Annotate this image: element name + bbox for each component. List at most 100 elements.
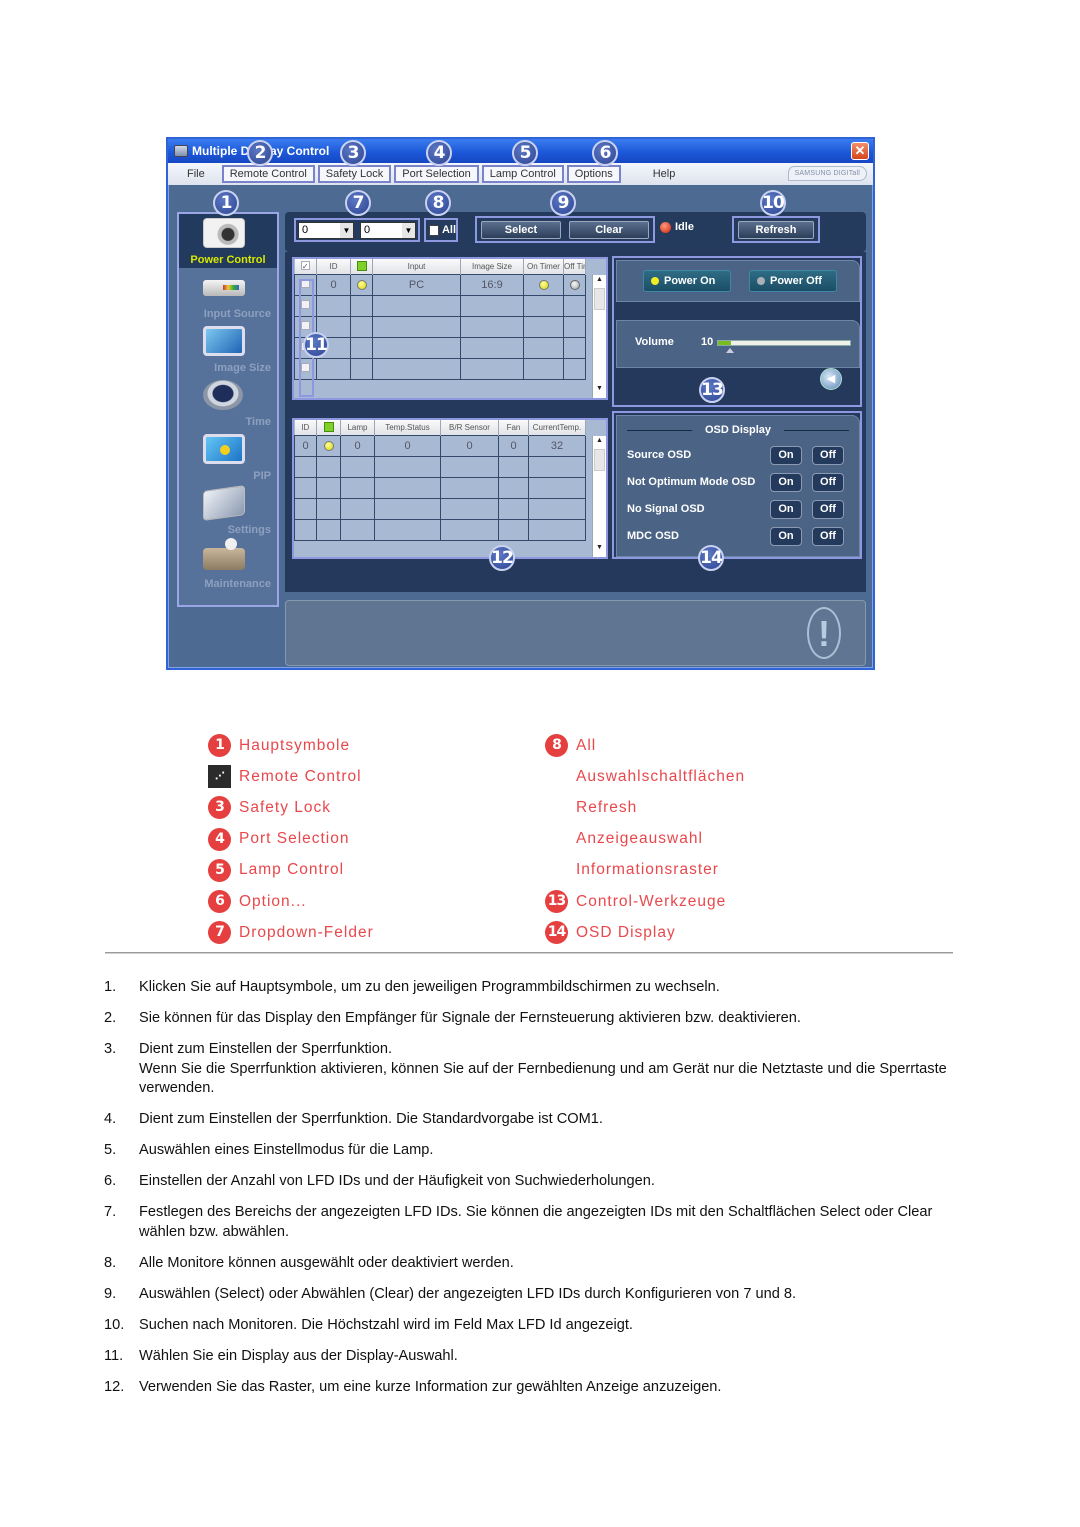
volume-slider[interactable] bbox=[717, 340, 851, 346]
menu-remote-control[interactable]: Remote Control bbox=[221, 165, 315, 183]
grid-header-power-icon bbox=[316, 420, 341, 435]
app-window: Multiple Display Control ✕ File Remote C… bbox=[166, 137, 875, 670]
input-source-icon bbox=[203, 280, 245, 296]
scroll-up-icon[interactable]: ▲ bbox=[593, 276, 606, 288]
volume-slider-thumb[interactable] bbox=[726, 348, 735, 353]
selection-buttons: Select Clear bbox=[475, 216, 655, 243]
legend-badge-missing bbox=[545, 765, 568, 788]
select-all-header-checkbox[interactable]: ✓ bbox=[294, 259, 317, 274]
scrollbar[interactable]: ▲ ▼ bbox=[592, 436, 606, 557]
osd-row-no-signal: No Signal OSD On Off bbox=[627, 499, 849, 521]
osd-on-button[interactable]: On bbox=[770, 473, 802, 492]
menu-safety-lock[interactable]: Safety Lock bbox=[317, 165, 392, 183]
sidebar-item-power-control[interactable]: Power Control bbox=[179, 214, 277, 268]
list-item: 6. Einstellen der Anzahl von LFD IDs und … bbox=[104, 1172, 964, 1192]
scroll-thumb[interactable] bbox=[594, 288, 605, 310]
list-text-continued: Wenn Sie die Sperrfunktion aktivieren, k… bbox=[139, 1060, 947, 1097]
table-row[interactable]: 0 0 0 0 0 32 bbox=[294, 434, 586, 457]
menu-file[interactable]: File bbox=[180, 166, 212, 182]
information-grid: ID Lamp Temp.Status B/R Sensor Fan Curre… bbox=[292, 418, 608, 559]
id-from-dropdown[interactable]: 0 ▼ bbox=[298, 222, 354, 239]
power-off-button[interactable]: Power Off bbox=[749, 270, 837, 292]
list-text: Sie können für das Display den Empfänger… bbox=[139, 1010, 801, 1026]
legend-badge: 4 bbox=[208, 827, 231, 851]
sidebar-item-settings[interactable]: Settings bbox=[179, 484, 277, 538]
cell-id: 0 bbox=[316, 273, 351, 296]
speaker-mute-icon[interactable]: ◀ bbox=[820, 368, 842, 390]
menu-options[interactable]: Options bbox=[566, 165, 621, 183]
status-led-icon bbox=[356, 279, 367, 290]
list-item: 9. Auswählen (Select) oder Abwählen (Clea… bbox=[104, 1285, 964, 1305]
osd-off-button[interactable]: Off bbox=[812, 473, 844, 492]
osd-on-button[interactable]: On bbox=[770, 500, 802, 519]
grid-header-br-sensor: B/R Sensor bbox=[440, 420, 499, 435]
chevron-down-icon: ▼ bbox=[340, 223, 353, 238]
sidebar-item-image-size[interactable]: Image Size bbox=[179, 322, 277, 376]
id-from-value: 0 bbox=[302, 224, 309, 236]
legend-badge-missing bbox=[545, 859, 568, 882]
cell-image-size: 16:9 bbox=[460, 273, 524, 296]
legend-text: Anzeigeauswahl bbox=[576, 830, 703, 848]
scrollbar[interactable]: ▲ ▼ bbox=[592, 275, 606, 398]
description-list: 1. Klicken Sie auf Hauptsymbole, um zu de… bbox=[104, 978, 964, 1409]
osd-off-button[interactable]: Off bbox=[812, 500, 844, 519]
legend-item: Informationsraster bbox=[545, 855, 745, 886]
id-range-dropdowns: 0 ▼ 0 ▼ bbox=[294, 218, 420, 242]
grid-header-row: ✓ ID Input Image Size On Timer Off Timer bbox=[294, 259, 586, 274]
select-button[interactable]: Select bbox=[481, 221, 561, 239]
volume-box: Volume 10 bbox=[616, 320, 860, 368]
menu-help[interactable]: Help bbox=[646, 166, 683, 182]
osd-on-button[interactable]: On bbox=[770, 446, 802, 465]
table-row[interactable] bbox=[294, 315, 586, 338]
status-text: Idle bbox=[675, 221, 694, 233]
scroll-down-icon[interactable]: ▼ bbox=[593, 385, 606, 397]
id-to-value: 0 bbox=[364, 224, 371, 236]
callout-14: 14 bbox=[698, 545, 724, 571]
list-text: Klicken Sie auf Hauptsymbole, um zu den … bbox=[139, 979, 720, 995]
power-on-button[interactable]: Power On bbox=[643, 270, 731, 292]
osd-off-button[interactable]: Off bbox=[812, 446, 844, 465]
sidebar-item-input-source[interactable]: Input Source bbox=[179, 268, 277, 322]
table-row[interactable] bbox=[294, 518, 586, 541]
table-row[interactable] bbox=[294, 476, 586, 499]
close-button[interactable]: ✕ bbox=[851, 142, 869, 160]
table-row[interactable]: 0 PC 16:9 bbox=[294, 273, 586, 296]
grid-header-row: ID Lamp Temp.Status B/R Sensor Fan Curre… bbox=[294, 420, 586, 435]
power-status-icon bbox=[323, 422, 334, 433]
clear-button[interactable]: Clear bbox=[569, 221, 649, 239]
volume-label: Volume bbox=[635, 336, 674, 348]
pip-icon bbox=[203, 434, 245, 464]
list-number: 10. bbox=[104, 1316, 125, 1333]
scroll-down-icon[interactable]: ▼ bbox=[593, 544, 606, 556]
id-to-dropdown[interactable]: 0 ▼ bbox=[360, 222, 416, 239]
all-checkbox[interactable] bbox=[429, 224, 439, 236]
power-off-led-icon bbox=[757, 277, 765, 285]
table-row[interactable] bbox=[294, 357, 586, 380]
table-row[interactable] bbox=[294, 455, 586, 478]
list-number: 9. bbox=[104, 1285, 117, 1302]
table-row[interactable] bbox=[294, 497, 586, 520]
menu-lamp-control[interactable]: Lamp Control bbox=[481, 165, 564, 183]
legend-item: 14 OSD Display bbox=[545, 917, 745, 948]
legend-item: 5 Lamp Control bbox=[208, 855, 374, 886]
legend-badge: 13 bbox=[545, 890, 568, 914]
scroll-thumb[interactable] bbox=[594, 449, 605, 471]
legend-text: Safety Lock bbox=[239, 798, 331, 816]
table-row[interactable] bbox=[294, 336, 586, 359]
list-number: 12. bbox=[104, 1378, 125, 1395]
sidebar-item-maintenance[interactable]: Maintenance bbox=[179, 538, 277, 592]
sidebar-item-pip[interactable]: PIP bbox=[179, 430, 277, 484]
cell-br-sensor: 0 bbox=[440, 434, 499, 457]
osd-on-button[interactable]: On bbox=[770, 527, 802, 546]
maintenance-icon bbox=[203, 538, 245, 570]
scroll-up-icon[interactable]: ▲ bbox=[593, 437, 606, 449]
table-row[interactable] bbox=[294, 294, 586, 317]
list-number: 3. bbox=[104, 1041, 117, 1057]
menu-port-selection[interactable]: Port Selection bbox=[394, 165, 479, 183]
osd-off-button[interactable]: Off bbox=[812, 527, 844, 546]
sidebar-item-time[interactable]: Time bbox=[179, 376, 277, 430]
legend-badge: 1 bbox=[208, 734, 231, 758]
refresh-button[interactable]: Refresh bbox=[738, 221, 814, 239]
volume-fill bbox=[718, 341, 732, 345]
grid-header-id: ID bbox=[316, 259, 351, 274]
